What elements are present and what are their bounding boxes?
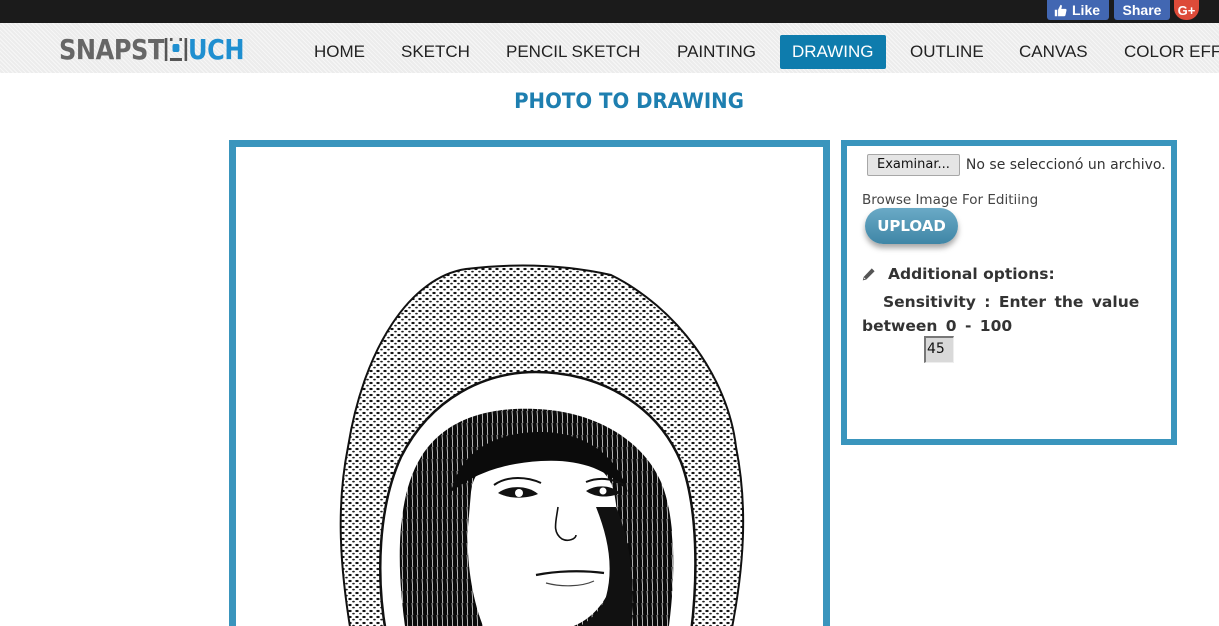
share-label: Share: [1122, 2, 1162, 18]
sketch-portrait-image: [339, 264, 745, 626]
nav-canvas[interactable]: CANVAS: [1007, 35, 1100, 69]
logo-mark-icon: [164, 36, 188, 62]
nav-painting[interactable]: PAINTING: [665, 35, 768, 69]
file-status-text: No se seleccionó un archivo.: [965, 157, 1166, 173]
file-picker-row: Examinar... No se seleccionó un archivo.: [867, 154, 1166, 176]
image-preview-panel: [229, 140, 830, 626]
browse-file-button[interactable]: Examinar...: [867, 154, 960, 176]
logo-text-part1: SNAPST: [59, 32, 164, 66]
nav-drawing[interactable]: DRAWING: [780, 35, 886, 69]
nav-sketch[interactable]: SKETCH: [389, 35, 482, 69]
additional-options-title: Additional options:: [888, 265, 1055, 283]
additional-options-heading: Additional options:: [861, 265, 1055, 283]
page-title: PHOTO TO DRAWING: [514, 89, 744, 113]
nav-outline[interactable]: OUTLINE: [898, 35, 996, 69]
nav-home[interactable]: HOME: [302, 35, 377, 69]
pencil-icon: [862, 267, 875, 280]
sensitivity-label: Sensitivity : Enter the value between 0 …: [862, 293, 1140, 335]
logo-text-part2: UCH: [188, 32, 245, 66]
upload-button[interactable]: UPLOAD: [865, 208, 958, 244]
sensitivity-input[interactable]: 45: [924, 336, 954, 363]
nav-bar: SNAPST UCH HOME SKETCH PENCIL SKETCH PAI…: [0, 23, 1219, 73]
site-logo[interactable]: SNAPST UCH: [59, 32, 245, 66]
thumbs-up-icon: [1054, 4, 1067, 16]
top-bar: [0, 0, 1219, 23]
like-label: Like: [1072, 2, 1101, 18]
browse-image-label: Browse Image For Editiing: [862, 192, 1039, 208]
nav-color-effects[interactable]: COLOR EFF: [1112, 35, 1219, 69]
facebook-like-button[interactable]: Like: [1047, 0, 1109, 20]
google-plus-button[interactable]: G+: [1174, 0, 1199, 20]
facebook-share-button[interactable]: Share: [1114, 0, 1170, 20]
google-plus-icon: G+: [1177, 2, 1196, 18]
options-panel: Examinar... No se seleccionó un archivo.…: [841, 140, 1177, 445]
nav-pencil-sketch[interactable]: PENCIL SKETCH: [494, 35, 652, 69]
